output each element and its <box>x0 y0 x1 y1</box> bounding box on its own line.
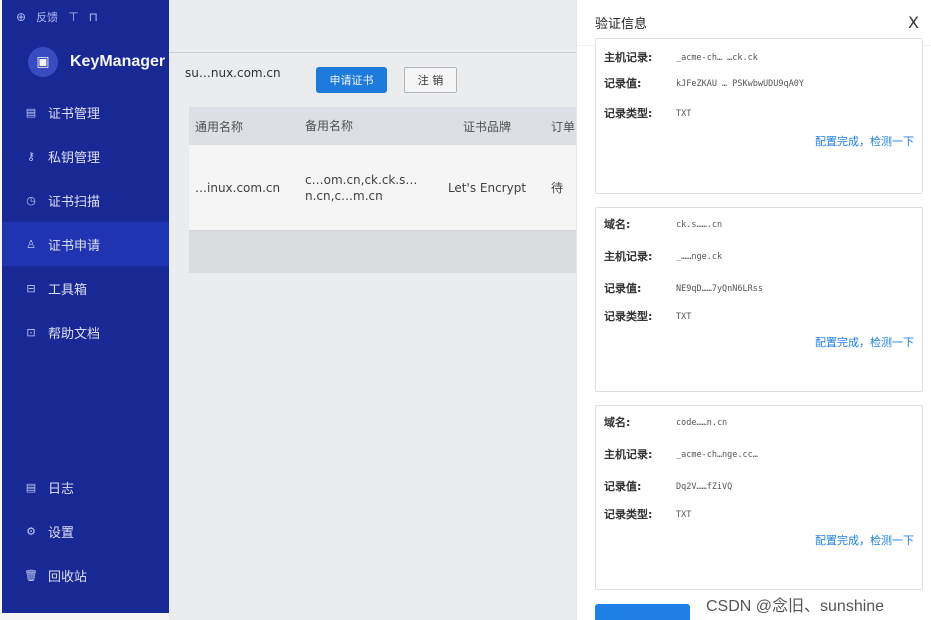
record-type-row: 记录类型: TXT <box>596 502 922 528</box>
verification-drawer: 验证信息 X 主机记录: _acme-ch… …ck.ck 记录值: kJFeZ… <box>576 0 931 620</box>
file-icon: ▤ <box>25 105 37 119</box>
sidebar-item-settings[interactable]: ⚙ 设置 <box>2 509 169 553</box>
record-type-label: 记录类型: <box>604 508 653 521</box>
logo-icon: ▣ <box>28 47 58 77</box>
host-record-label: 主机记录: <box>604 250 653 263</box>
drawer-title: 验证信息 <box>595 17 648 32</box>
record-type-value: TXT <box>676 109 692 119</box>
record-type-label: 记录类型: <box>604 310 653 323</box>
domain-value: code……n.cn <box>676 418 728 428</box>
lock-icon[interactable]: ⊓ <box>89 10 98 24</box>
record-value-label: 记录值: <box>604 480 642 493</box>
sidebar-item-help-docs[interactable]: ⊡ 帮助文档 <box>2 310 169 354</box>
log-icon: ▤ <box>25 480 37 494</box>
host-record-row: 主机记录: _acme-ch…nge.cc… <box>596 442 922 468</box>
record-type-row: 记录类型: TXT <box>596 101 922 127</box>
scan-icon: ◷ <box>26 193 36 207</box>
apply-cert-button[interactable]: 申请证书 <box>316 67 387 93</box>
verification-card: 域名: ck.s…….cn 主机记录: _……nge.ck 记录值: NE9qD… <box>595 207 923 392</box>
verification-card: 主机记录: _acme-ch… …ck.ck 记录值: kJFeZKAU … P… <box>595 38 923 194</box>
sidebar-item-label: 证书申请 <box>48 238 101 254</box>
record-type-label: 记录类型: <box>604 107 653 120</box>
domain-label: 域名: <box>604 416 631 429</box>
domain-value: ck.s…….cn <box>676 220 723 230</box>
column-header: 备用名称 <box>305 119 354 133</box>
key-icon: ⚷ <box>26 149 36 163</box>
host-record-value: _acme-ch…nge.cc… <box>676 450 758 460</box>
sidebar-item-label: 证书管理 <box>48 106 101 122</box>
record-value-row: 记录值: kJFeZKAU … PSKwbwUDU9qA0Y <box>596 71 922 97</box>
host-record-label: 主机记录: <box>604 448 653 461</box>
record-type-row: 记录类型: TXT <box>596 304 922 330</box>
sidebar-item-label: 日志 <box>48 481 75 497</box>
domain-input[interactable]: su…nux.com.cn <box>185 66 281 80</box>
trash-icon: 🗑 <box>24 568 38 582</box>
record-value: kJFeZKAU … PSKwbwUDU9qA0Y <box>676 79 804 89</box>
record-value: Dq2V……fZiVQ <box>676 482 733 492</box>
sidebar-item-log[interactable]: ▤ 日志 <box>2 465 169 509</box>
brand-cell: Let's Encrypt <box>447 180 527 195</box>
verification-card: 域名: code……n.cn 主机记录: _acme-ch…nge.cc… 记录… <box>595 405 923 590</box>
common-name-cell: …inux.com.cn <box>195 180 281 195</box>
domain-row: 域名: ck.s…….cn <box>596 212 922 238</box>
globe-icon[interactable]: ⊕ <box>16 10 26 24</box>
column-header: 通用名称 <box>195 119 244 134</box>
sidebar-item-cert-apply[interactable]: ♙ 证书申请 <box>2 222 169 266</box>
host-record-row: 主机记录: _……nge.ck <box>596 244 922 270</box>
feedback-link[interactable]: 反馈 <box>36 9 58 25</box>
record-value-row: 记录值: NE9qD……7yQnN6LRss <box>596 276 922 302</box>
host-record-value: _……nge.ck <box>676 252 723 262</box>
domain-row: 域名: code……n.cn <box>596 410 922 436</box>
column-header: 证书品牌 <box>462 119 511 134</box>
record-type-value: TXT <box>676 510 692 520</box>
sidebar-item-label: 设置 <box>48 525 75 541</box>
sidebar-item-cert-management[interactable]: ▤ 证书管理 <box>2 90 169 134</box>
check-config-link[interactable]: 配置完成，检测一下 <box>596 532 922 548</box>
user-icon: ♙ <box>26 237 36 251</box>
host-record-label: 主机记录: <box>604 51 653 64</box>
sidebar-item-label: 证书扫描 <box>48 194 101 210</box>
check-config-link[interactable]: 配置完成，检测一下 <box>596 334 922 350</box>
sidebar-bottom: ▤ 日志 ⚙ 设置 🗑 回收站 <box>2 465 169 597</box>
logout-button[interactable]: 注 销 <box>404 67 457 93</box>
domain-label: 域名: <box>604 218 631 231</box>
settings-icon: ⚙ <box>26 524 36 538</box>
document-icon: ⊡ <box>26 325 36 339</box>
record-value: NE9qD……7yQnN6LRss <box>676 284 763 294</box>
shirt-icon[interactable]: ⊤ <box>68 10 78 24</box>
toolbox-icon: ⊟ <box>26 281 36 295</box>
sidebar-item-label: 私钥管理 <box>48 150 101 166</box>
sidebar-item-label: 帮助文档 <box>48 326 101 342</box>
table-row[interactable]: …inux.com.cn c…om.cn,ck.ck.s…n.cn,c…m.cn… <box>189 145 609 231</box>
sidebar-item-cert-scan[interactable]: ◷ 证书扫描 <box>2 178 169 222</box>
sidebar-item-label: 工具箱 <box>48 282 88 298</box>
close-icon[interactable]: X <box>908 13 919 32</box>
submit-button[interactable] <box>595 604 690 620</box>
sidebar-item-toolbox[interactable]: ⊟ 工具箱 <box>2 266 169 310</box>
record-value-label: 记录值: <box>604 282 642 295</box>
sidebar-item-key-management[interactable]: ⚷ 私钥管理 <box>2 134 169 178</box>
brand: ▣ KeyManager <box>2 34 169 90</box>
check-config-link[interactable]: 配置完成，检测一下 <box>596 133 922 149</box>
sidebar-top-bar: ⊕ 反馈 ⊤ ⊓ <box>2 0 169 34</box>
host-record-value: _acme-ch… …ck.ck <box>676 53 758 63</box>
brand-name: KeyManager <box>70 53 166 70</box>
host-record-row: 主机记录: _acme-ch… …ck.ck <box>596 45 922 71</box>
cert-table: 通用名称 备用名称 证书品牌 订单 …inux.com.cn c…om.cn,c… <box>189 107 609 273</box>
alt-names-cell: c…om.cn,ck.ck.s…n.cn,c…m.cn <box>305 172 418 203</box>
record-value-label: 记录值: <box>604 77 642 90</box>
record-type-value: TXT <box>676 312 692 322</box>
record-value-row: 记录值: Dq2V……fZiVQ <box>596 474 922 500</box>
sidebar: ⊕ 反馈 ⊤ ⊓ ▣ KeyManager ▤ 证书管理 ⚷ 私钥管理 ◷ 证书… <box>2 0 169 613</box>
sidebar-item-label: 回收站 <box>48 569 88 585</box>
watermark: CSDN @念旧、sunshine <box>706 598 885 615</box>
sidebar-item-recycle-bin[interactable]: 🗑 回收站 <box>2 553 169 597</box>
table-header: 通用名称 备用名称 证书品牌 订单 <box>189 107 609 145</box>
table-footer <box>189 231 609 273</box>
